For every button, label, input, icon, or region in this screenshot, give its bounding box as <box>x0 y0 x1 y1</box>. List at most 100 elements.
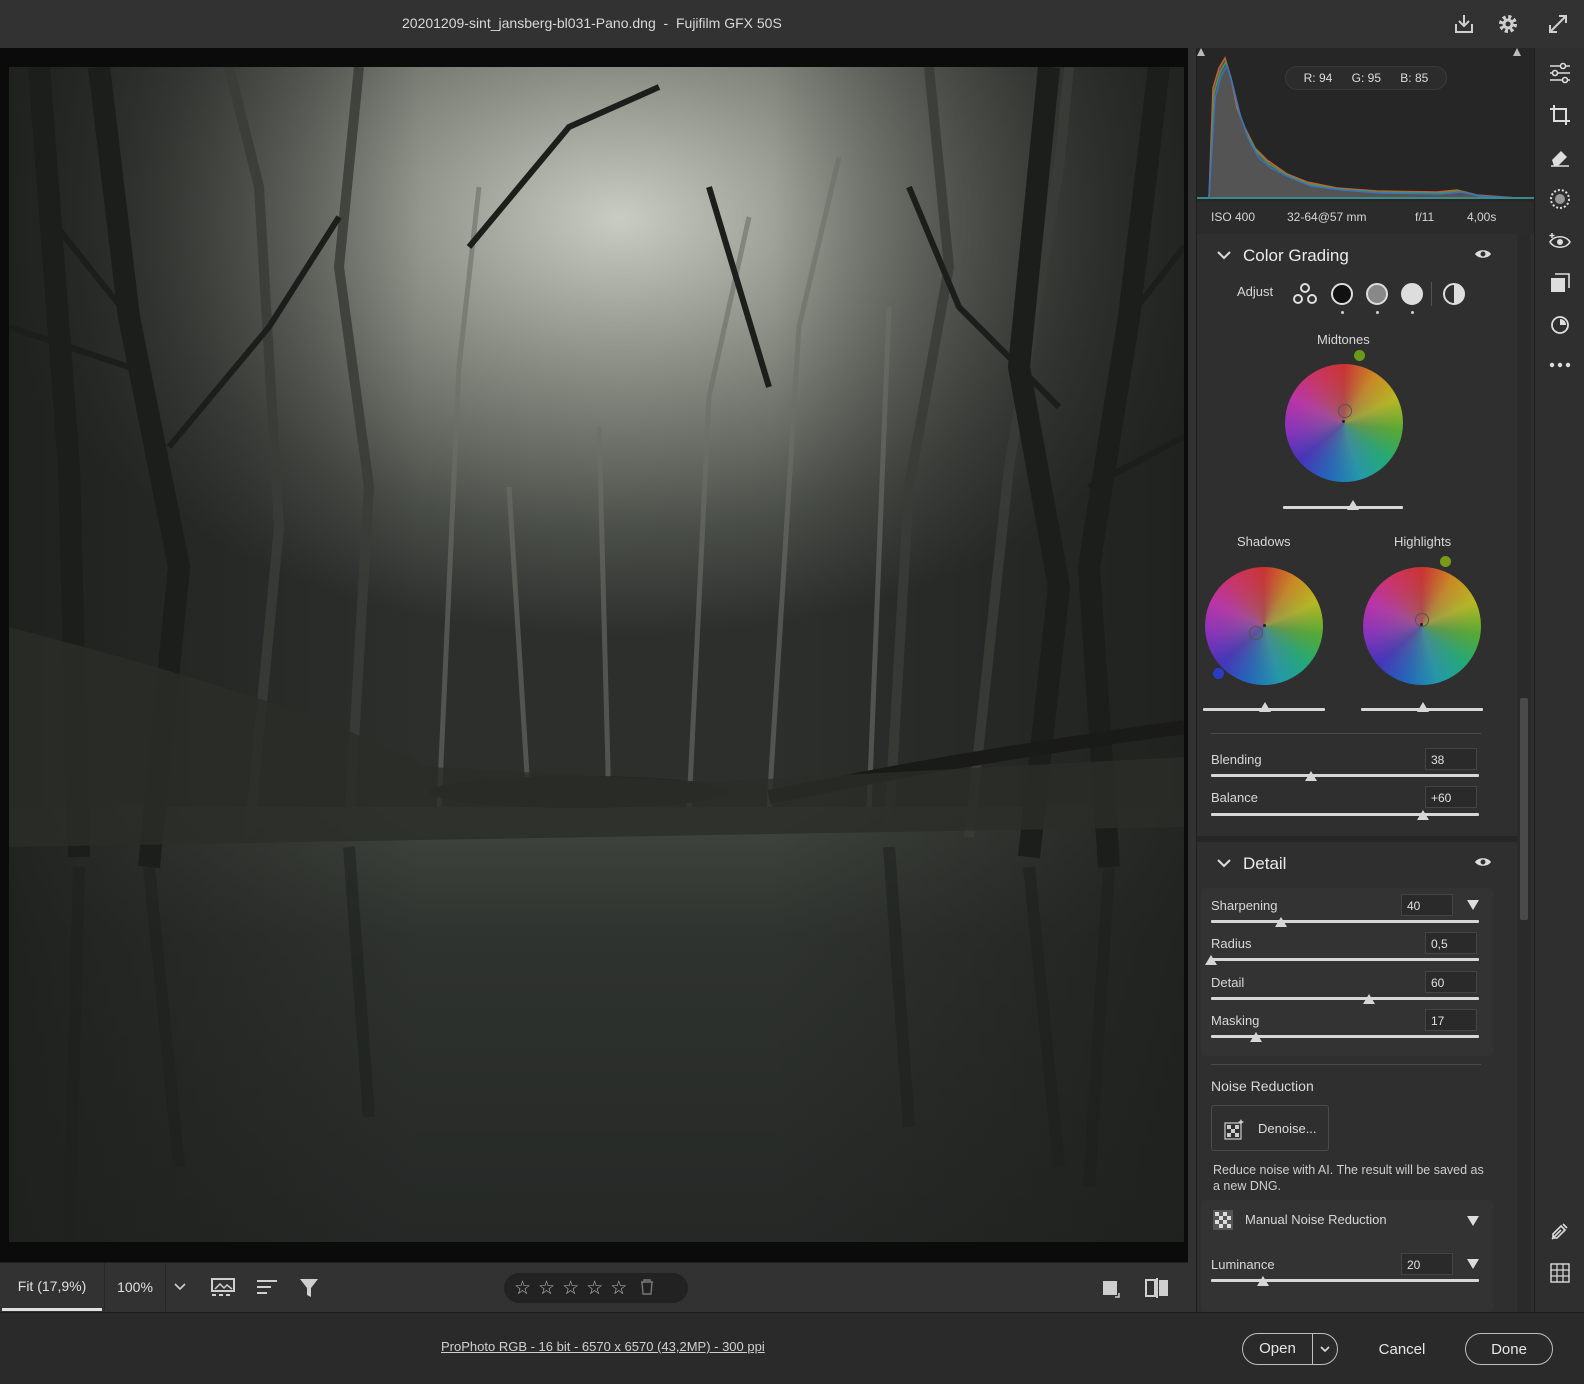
radius-input[interactable]: 0,5 <box>1425 932 1477 954</box>
snapshots-icon[interactable] <box>1545 310 1575 340</box>
global-view-icon[interactable] <box>1440 280 1468 308</box>
settings-gear-icon[interactable] <box>1494 10 1522 38</box>
detail-label: Detail <box>1211 975 1245 990</box>
shadows-luminance-thumb[interactable] <box>1259 702 1271 712</box>
radius-slider[interactable] <box>1211 958 1479 961</box>
denoise-label: Denoise... <box>1258 1121 1317 1136</box>
highlights-label: Highlights <box>1394 534 1452 549</box>
midtones-wheel-handle[interactable] <box>1338 404 1352 418</box>
detail-input[interactable]: 60 <box>1425 971 1477 993</box>
masking-input[interactable]: 17 <box>1425 1009 1477 1031</box>
crop-icon[interactable] <box>1545 100 1575 130</box>
balance-thumb[interactable] <box>1417 810 1429 820</box>
masking-icon[interactable] <box>1545 184 1575 214</box>
luminance-slider[interactable] <box>1211 1279 1479 1282</box>
three-way-view-icon[interactable] <box>1291 280 1319 308</box>
star-2-icon[interactable]: ☆ <box>538 1279 555 1298</box>
sharpening-slider[interactable] <box>1211 920 1479 923</box>
highlights-indicator-dot <box>1411 311 1414 314</box>
star-1-icon[interactable]: ☆ <box>514 1279 531 1298</box>
zoom-100-button[interactable]: 100% <box>104 1263 166 1311</box>
radius-label: Radius <box>1211 936 1252 951</box>
photo-preview[interactable] <box>9 67 1184 1242</box>
sort-icon[interactable] <box>252 1273 282 1303</box>
highlights-hue-marker[interactable] <box>1440 556 1451 567</box>
shadows-view-icon[interactable] <box>1328 280 1356 308</box>
visibility-eye-icon[interactable] <box>1474 248 1492 263</box>
midtones-wheel-center <box>1342 420 1345 423</box>
filmstrip-icon[interactable] <box>208 1273 238 1303</box>
midtones-luminance-thumb[interactable] <box>1347 500 1359 510</box>
heal-eraser-icon[interactable] <box>1545 142 1575 172</box>
cancel-button[interactable]: Cancel <box>1366 1333 1438 1365</box>
midtones-hue-marker[interactable] <box>1354 350 1365 361</box>
filter-icon[interactable] <box>294 1273 324 1303</box>
manual-nr-label[interactable]: Manual Noise Reduction <box>1245 1212 1387 1227</box>
blending-slider[interactable] <box>1211 774 1479 777</box>
zoom-fit-button[interactable]: Fit (17,9%) <box>2 1263 102 1311</box>
masking-thumb[interactable] <box>1250 1032 1262 1042</box>
image-canvas[interactable] <box>0 48 1188 1262</box>
exif-shutter: 4,00s <box>1467 210 1497 224</box>
sharpening-thumb[interactable] <box>1275 917 1287 927</box>
detail-divider <box>1211 1064 1481 1065</box>
color-grading-header[interactable]: Color Grading <box>1197 234 1517 278</box>
blending-thumb[interactable] <box>1305 771 1317 781</box>
single-view-icon[interactable] <box>1096 1273 1126 1303</box>
workflow-options-link[interactable]: ProPhoto RGB - 16 bit - 6570 x 6570 (43,… <box>441 1339 765 1354</box>
noise-reduction-label: Noise Reduction <box>1211 1078 1314 1094</box>
luminance-input[interactable]: 20 <box>1401 1253 1453 1275</box>
fullscreen-icon[interactable] <box>1544 10 1572 38</box>
trash-icon[interactable] <box>640 1278 654 1298</box>
detail-header[interactable]: Detail <box>1197 842 1517 886</box>
shadows-wheel-handle[interactable] <box>1249 626 1263 640</box>
save-icon[interactable] <box>1450 10 1478 38</box>
detail-thumb[interactable] <box>1363 994 1375 1004</box>
manual-nr-expand-icon[interactable] <box>1467 1214 1479 1229</box>
chevron-down-icon[interactable] <box>1217 248 1231 263</box>
edit-sliders-icon[interactable] <box>1545 58 1575 88</box>
blending-input[interactable]: 38 <box>1425 748 1477 770</box>
midtones-view-icon[interactable] <box>1363 280 1391 308</box>
detail-slider[interactable] <box>1211 997 1479 1000</box>
color-sampler-icon[interactable] <box>1545 1216 1575 1246</box>
red-eye-icon[interactable] <box>1545 226 1575 256</box>
star-3-icon[interactable]: ☆ <box>562 1279 579 1298</box>
tool-strip <box>1534 48 1584 1312</box>
sharpening-input[interactable]: 40 <box>1401 894 1453 916</box>
before-after-icon[interactable] <box>1142 1273 1172 1303</box>
luminance-label: Luminance <box>1211 1257 1275 1272</box>
panel-scrollbar-thumb[interactable] <box>1520 698 1528 920</box>
more-icon[interactable] <box>1545 350 1575 380</box>
title-bar: 20201209-sint_jansberg-bl031-Pano.dng - … <box>0 0 1584 48</box>
luminance-thumb[interactable] <box>1257 1276 1269 1286</box>
midtones-color-wheel[interactable] <box>1285 364 1403 482</box>
presets-icon[interactable] <box>1545 268 1575 298</box>
open-button[interactable]: Open <box>1242 1333 1338 1365</box>
shadows-hue-marker[interactable] <box>1213 668 1224 679</box>
balance-input[interactable]: +60 <box>1425 786 1477 808</box>
luminance-expand-icon[interactable] <box>1467 1257 1479 1272</box>
manual-nr-icon <box>1213 1210 1233 1233</box>
balance-slider[interactable] <box>1211 813 1479 816</box>
denoise-button[interactable]: Denoise... <box>1211 1105 1329 1151</box>
open-dropdown-chevron-icon[interactable] <box>1313 1345 1337 1353</box>
midtones-luminance-slider[interactable] <box>1283 506 1403 509</box>
sharpening-expand-icon[interactable] <box>1467 898 1479 913</box>
chevron-down-icon[interactable] <box>1217 856 1231 871</box>
visibility-eye-icon[interactable] <box>1474 856 1492 871</box>
shadows-indicator-dot <box>1341 311 1344 314</box>
grid-icon[interactable] <box>1545 1258 1575 1288</box>
star-5-icon[interactable]: ☆ <box>610 1279 627 1298</box>
star-4-icon[interactable]: ☆ <box>586 1279 603 1298</box>
panel-scroll-area[interactable]: Color Grading Adjust Midtones Shadows Hi… <box>1197 234 1534 1312</box>
radius-thumb[interactable] <box>1205 955 1217 965</box>
highlights-luminance-thumb[interactable] <box>1417 702 1429 712</box>
done-button[interactable]: Done <box>1465 1333 1553 1365</box>
rating-stars[interactable]: ☆ ☆ ☆ ☆ ☆ <box>504 1273 688 1303</box>
highlights-view-icon[interactable] <box>1398 280 1426 308</box>
zoom-dropdown-chevron-icon[interactable] <box>168 1275 192 1299</box>
exif-aperture: f/11 <box>1415 210 1435 224</box>
open-button-label[interactable]: Open <box>1243 1334 1313 1364</box>
denoise-note: Reduce noise with AI. The result will be… <box>1213 1163 1484 1193</box>
